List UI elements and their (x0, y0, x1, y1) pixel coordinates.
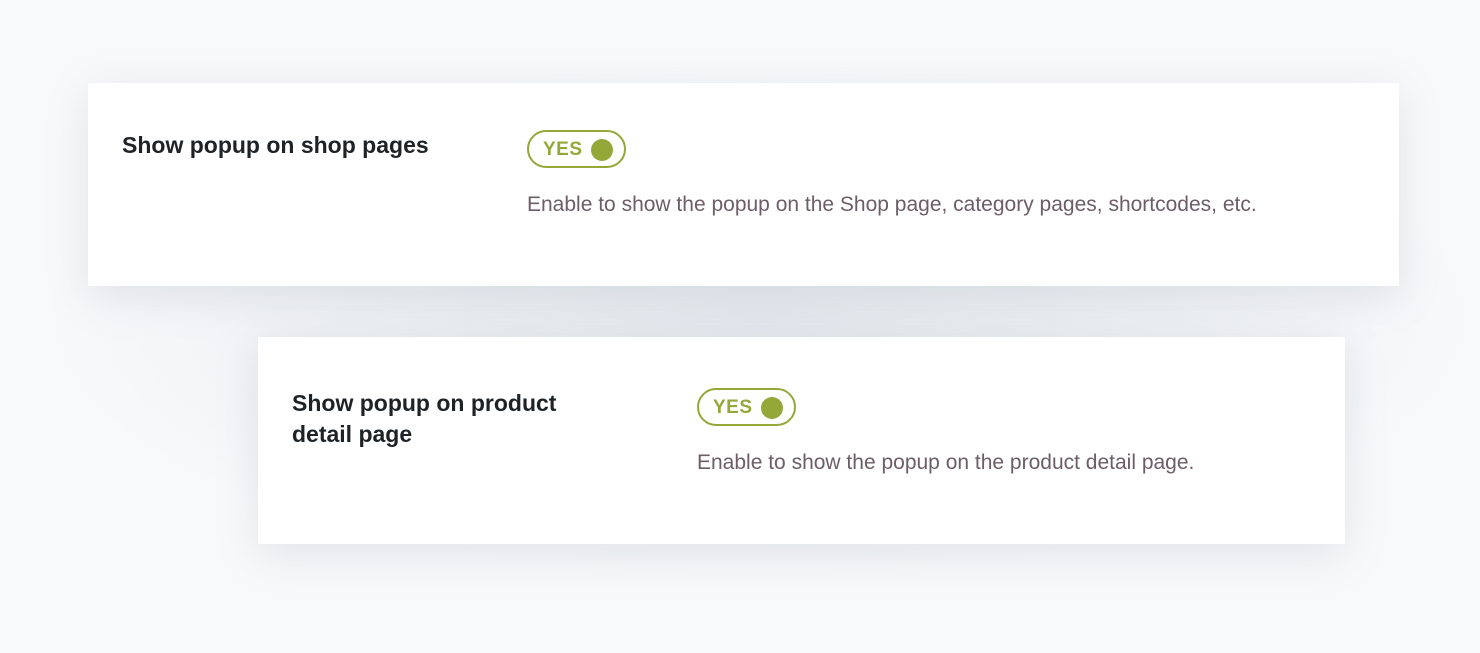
setting-label-product-detail: Show popup on product detail page (292, 390, 557, 447)
toggle-knob-icon (591, 139, 613, 161)
setting-description-product-detail: Enable to show the popup on the product … (697, 451, 1195, 474)
setting-card-shop-pages: Show popup on shop pages YES Enable to s… (88, 83, 1399, 286)
toggle-shop-pages[interactable]: YES (527, 130, 626, 168)
setting-description-shop-pages: Enable to show the popup on the Shop pag… (527, 193, 1257, 216)
toggle-label: YES (543, 139, 583, 160)
setting-card-product-detail: Show popup on product detail page YES En… (258, 337, 1345, 544)
setting-label-shop-pages: Show popup on shop pages (122, 132, 429, 158)
toggle-knob-icon (761, 397, 783, 419)
toggle-product-detail[interactable]: YES (697, 388, 796, 426)
toggle-label: YES (713, 397, 753, 418)
